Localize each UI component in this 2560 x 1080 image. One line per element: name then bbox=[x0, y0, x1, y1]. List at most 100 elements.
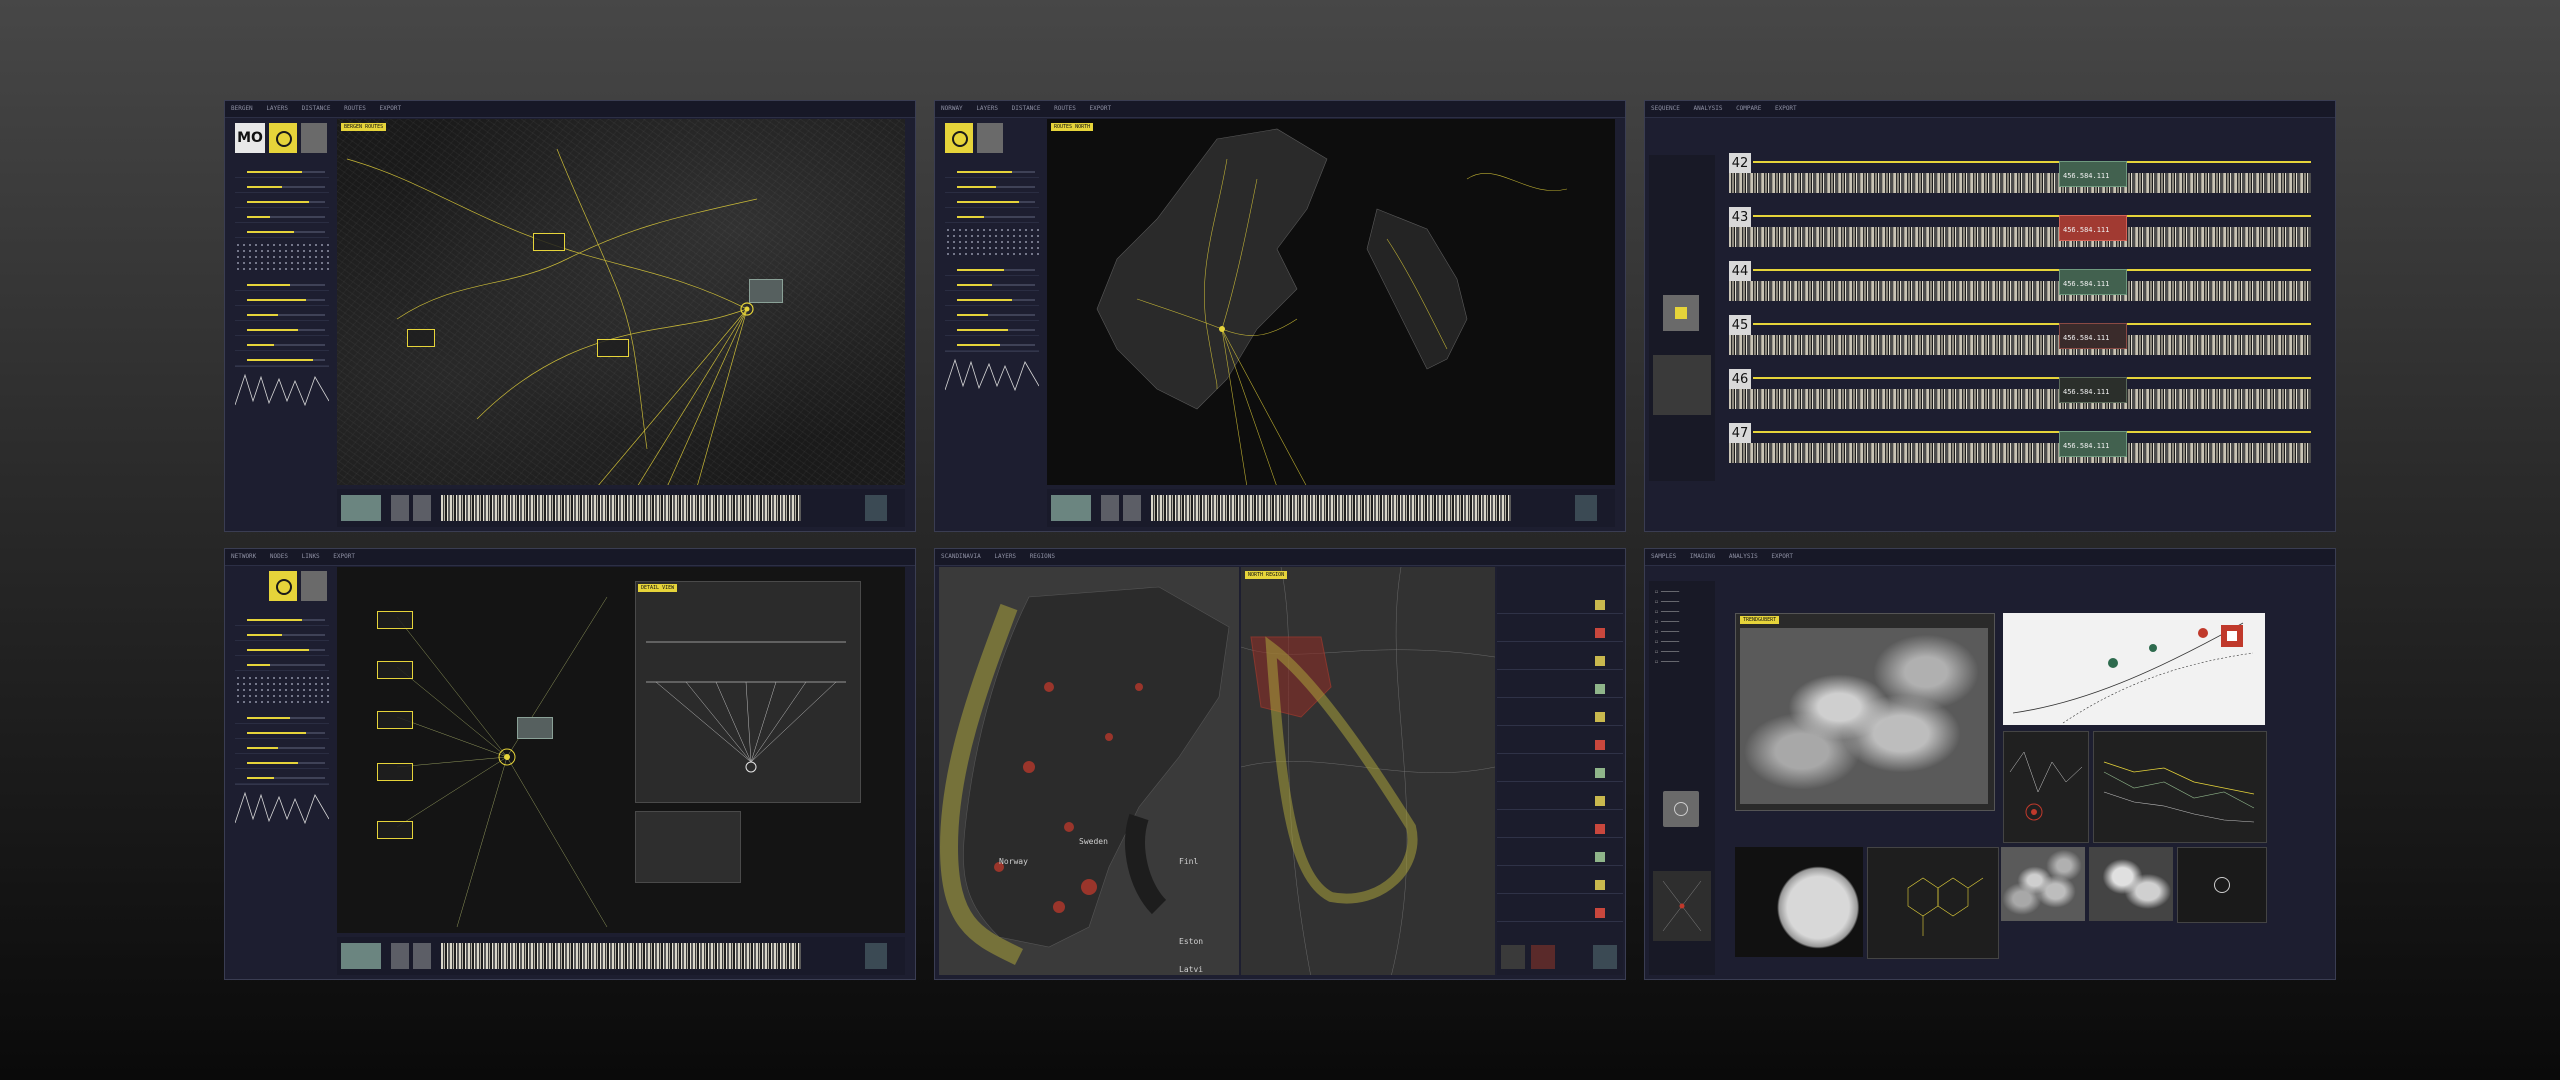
sequence-row[interactable]: 45 456.584.111 bbox=[1729, 315, 2311, 359]
sequence-value-box[interactable]: 456.584.111 bbox=[2059, 161, 2127, 187]
slider-row[interactable] bbox=[235, 291, 329, 306]
sample-checkbox[interactable]: ☐ ────── bbox=[1655, 659, 1679, 665]
top-item[interactable]: BERGEN bbox=[231, 105, 253, 112]
pause-button[interactable] bbox=[1123, 495, 1141, 521]
slider-row[interactable] bbox=[235, 641, 329, 656]
top-item[interactable]: IMAGING bbox=[1690, 553, 1715, 560]
slider-row[interactable] bbox=[945, 193, 1039, 208]
molecule-thumbnail[interactable] bbox=[1867, 847, 1999, 959]
slider-row[interactable] bbox=[945, 321, 1039, 336]
top-item[interactable]: EXPORT bbox=[1771, 553, 1793, 560]
export-button[interactable] bbox=[1575, 495, 1597, 521]
map-label-box[interactable] bbox=[749, 279, 783, 303]
top-item[interactable]: NORWAY bbox=[941, 105, 963, 112]
record-button[interactable] bbox=[341, 943, 381, 969]
filter-row[interactable] bbox=[1497, 597, 1623, 614]
slider-row[interactable] bbox=[945, 208, 1039, 223]
top-item[interactable]: DISTANCE bbox=[302, 105, 331, 112]
sample-checkbox[interactable]: ☐ ────── bbox=[1655, 649, 1679, 655]
top-item[interactable]: DISTANCE bbox=[1012, 105, 1041, 112]
sequence-value-box[interactable]: 456.584.111 bbox=[2059, 323, 2127, 349]
slider-row[interactable] bbox=[945, 178, 1039, 193]
filter-row[interactable] bbox=[1497, 653, 1623, 670]
toggle-grid[interactable] bbox=[235, 675, 329, 705]
graph-node[interactable] bbox=[377, 763, 413, 781]
thumbnail-image[interactable] bbox=[2001, 847, 2085, 921]
top-item[interactable]: SAMPLES bbox=[1651, 553, 1676, 560]
timeline-scrubber[interactable] bbox=[441, 495, 801, 521]
sequence-value-box-alert[interactable]: 456.584.111 bbox=[2059, 215, 2127, 241]
map-label-box[interactable] bbox=[533, 233, 565, 251]
tool-grid[interactable] bbox=[1653, 355, 1711, 415]
sample-checkbox[interactable]: ☐ ────── bbox=[1655, 599, 1679, 605]
map-view[interactable]: BERGEN ROUTES bbox=[337, 119, 905, 485]
graph-node[interactable] bbox=[377, 661, 413, 679]
diagram-panel[interactable] bbox=[2003, 613, 2265, 725]
map-label-box[interactable] bbox=[407, 329, 435, 347]
graph-canvas[interactable]: DETAIL VIEW bbox=[337, 567, 905, 933]
slider-row[interactable] bbox=[235, 611, 329, 626]
top-item[interactable]: EXPORT bbox=[379, 105, 401, 112]
slider-row[interactable] bbox=[945, 276, 1039, 291]
timeline-scrubber[interactable] bbox=[1151, 495, 1511, 521]
sequence-bar[interactable] bbox=[1729, 281, 2311, 301]
slider-row[interactable] bbox=[235, 163, 329, 178]
filter-row[interactable] bbox=[1497, 625, 1623, 642]
map-view-right[interactable]: NORTH REGION bbox=[1241, 567, 1495, 975]
top-item[interactable]: ANALYSIS bbox=[1694, 105, 1723, 112]
primary-toggle-button[interactable] bbox=[269, 571, 297, 601]
timeline-scrubber[interactable] bbox=[441, 943, 801, 969]
top-item[interactable]: NETWORK bbox=[231, 553, 256, 560]
top-item[interactable]: SCANDINAVIA bbox=[941, 553, 981, 560]
top-item[interactable]: EXPORT bbox=[1089, 105, 1111, 112]
info-table[interactable] bbox=[635, 811, 741, 883]
selected-sample-tile[interactable] bbox=[1663, 295, 1699, 331]
graph-node[interactable] bbox=[377, 821, 413, 839]
filter-row[interactable] bbox=[1497, 793, 1623, 810]
record-button[interactable] bbox=[1051, 495, 1091, 521]
play-button[interactable] bbox=[391, 943, 409, 969]
target-button[interactable] bbox=[1501, 945, 1525, 969]
secondary-toggle-button[interactable] bbox=[301, 571, 327, 601]
primary-toggle-button[interactable] bbox=[945, 123, 973, 153]
filter-row[interactable] bbox=[1497, 849, 1623, 866]
slider-row[interactable] bbox=[235, 208, 329, 223]
export-button[interactable] bbox=[865, 495, 887, 521]
pause-button[interactable] bbox=[413, 943, 431, 969]
main-image-panel[interactable]: TRENDGUBERT bbox=[1735, 613, 1995, 811]
slider-row[interactable] bbox=[235, 321, 329, 336]
sequence-row[interactable]: 44 456.584.111 bbox=[1729, 261, 2311, 305]
top-item[interactable]: REGIONS bbox=[1030, 553, 1055, 560]
sequence-bar[interactable] bbox=[1729, 227, 2311, 247]
top-item[interactable]: EXPORT bbox=[333, 553, 355, 560]
graph-node[interactable] bbox=[377, 711, 413, 729]
detail-popup[interactable]: DETAIL VIEW bbox=[635, 581, 861, 803]
filter-row[interactable] bbox=[1497, 877, 1623, 894]
toggle-grid[interactable] bbox=[235, 242, 329, 272]
secondary-toggle-button[interactable] bbox=[977, 123, 1003, 153]
top-item[interactable]: LAYERS bbox=[976, 105, 998, 112]
slider-row[interactable] bbox=[235, 739, 329, 754]
target-plot[interactable] bbox=[1653, 871, 1711, 941]
filter-row[interactable] bbox=[1497, 709, 1623, 726]
top-item[interactable]: LAYERS bbox=[994, 553, 1016, 560]
slider-row[interactable] bbox=[235, 754, 329, 769]
toggle-grid[interactable] bbox=[945, 227, 1039, 257]
secondary-toggle-button[interactable] bbox=[301, 123, 327, 153]
play-button[interactable] bbox=[391, 495, 409, 521]
top-item[interactable]: SEQUENCE bbox=[1651, 105, 1680, 112]
slider-row[interactable] bbox=[235, 336, 329, 351]
sequence-value-box[interactable]: 456.584.111 bbox=[2059, 377, 2127, 403]
filter-row[interactable] bbox=[1497, 681, 1623, 698]
sequence-row[interactable]: 47 456.584.111 bbox=[1729, 423, 2311, 467]
sequence-bar[interactable] bbox=[1729, 335, 2311, 355]
top-item[interactable]: NODES bbox=[270, 553, 288, 560]
sample-checkbox[interactable]: ☐ ────── bbox=[1655, 639, 1679, 645]
sequence-bar[interactable] bbox=[1729, 443, 2311, 463]
primary-toggle-button[interactable] bbox=[269, 123, 297, 153]
export-button[interactable] bbox=[865, 943, 887, 969]
filter-row[interactable] bbox=[1497, 765, 1623, 782]
filter-row[interactable] bbox=[1497, 821, 1623, 838]
sequence-value-box[interactable]: 456.584.111 bbox=[2059, 431, 2127, 457]
slider-row[interactable] bbox=[945, 261, 1039, 276]
